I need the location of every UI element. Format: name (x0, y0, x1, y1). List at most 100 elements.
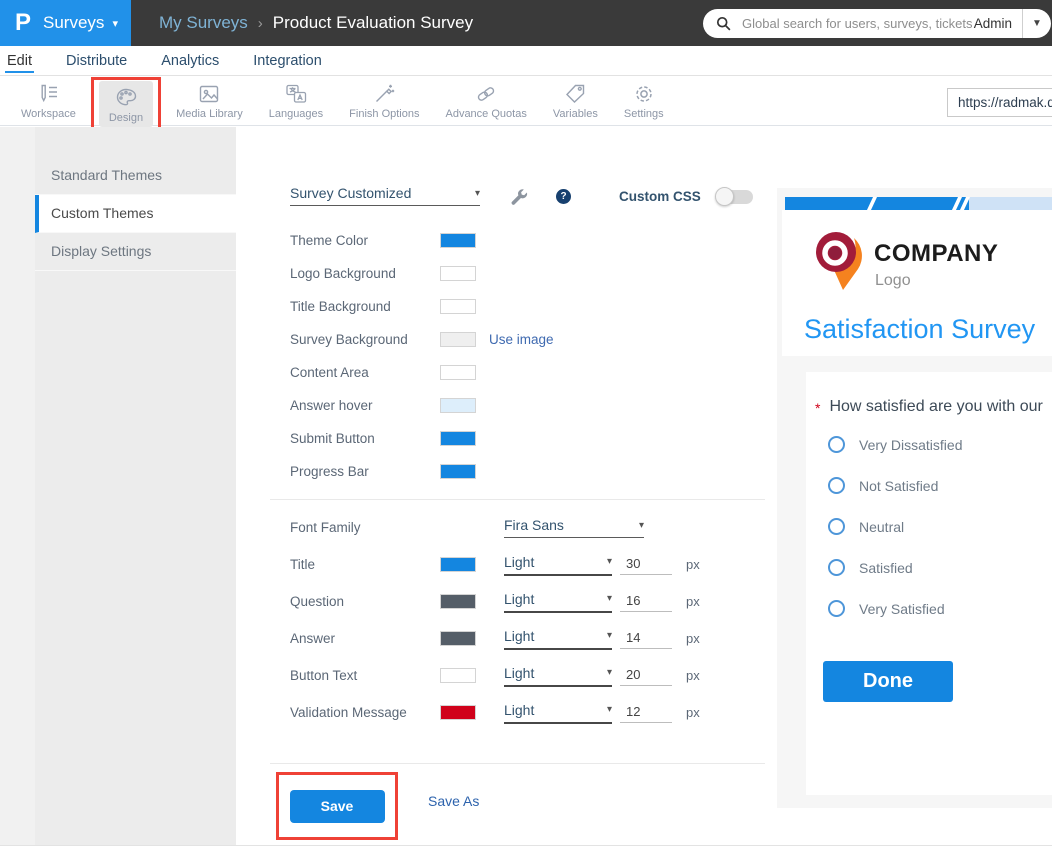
use-image-link[interactable]: Use image (489, 332, 554, 347)
done-button[interactable]: Done (823, 661, 953, 702)
progress-bar-swatch[interactable] (440, 464, 476, 479)
survey-background-swatch[interactable] (440, 332, 476, 347)
nav-tab-distribute[interactable]: Distribute (64, 48, 129, 74)
logo-background-swatch[interactable] (440, 266, 476, 281)
preview-header: COMPANY Logo Satisfaction Survey (782, 210, 1052, 356)
divider (270, 499, 765, 500)
preview-progress-bar (785, 197, 1052, 210)
survey-title: Satisfaction Survey (804, 314, 1035, 345)
radio-icon[interactable] (828, 518, 845, 535)
radio-icon[interactable] (828, 477, 845, 494)
title-color-swatch[interactable] (440, 557, 476, 572)
font-settings: Font Family Fira Sans ▾ Title Light ▾ px… (290, 509, 770, 731)
sidebar-item-display-settings[interactable]: Display Settings (35, 233, 236, 271)
toolbar-media-library-button[interactable]: Media Library (163, 77, 256, 120)
toolbar-settings-button[interactable]: Settings (611, 77, 677, 120)
button-text-color-swatch[interactable] (440, 668, 476, 683)
breadcrumb-my-surveys[interactable]: My Surveys (159, 13, 248, 33)
custom-css-toggle[interactable] (717, 190, 753, 204)
theme-editor: Survey Customized ▾ ? Custom CSS Theme C… (236, 127, 779, 846)
radio-icon[interactable] (828, 600, 845, 617)
breadcrumb-current-survey: Product Evaluation Survey (273, 13, 473, 33)
validation-size-input[interactable] (620, 702, 672, 723)
chevron-down-icon: ▾ (607, 667, 612, 682)
preview-question-card: * How satisfied are you with our Very Di… (806, 372, 1052, 795)
question-size-input[interactable] (620, 591, 672, 612)
font-row-button-text: Button Text Light ▾ px (290, 657, 770, 694)
radio-option-very-satisfied[interactable]: Very Satisfied (828, 600, 945, 617)
toolbar-workspace-button[interactable]: Workspace (8, 77, 89, 120)
title-weight-select[interactable]: Light ▾ (504, 554, 612, 576)
wrench-icon[interactable] (508, 187, 530, 209)
save-button[interactable]: Save (290, 790, 385, 823)
title-background-swatch[interactable] (440, 299, 476, 314)
survey-url-input[interactable] (948, 95, 1052, 110)
radio-icon[interactable] (828, 436, 845, 453)
button-text-size-input[interactable] (620, 665, 672, 686)
product-logo-menu[interactable]: P Surveys ▾ (0, 0, 131, 46)
toolbar-languages-button[interactable]: Languages (256, 77, 336, 120)
title-size-input[interactable] (620, 554, 672, 575)
toolbar-design-button[interactable]: Design (99, 81, 153, 127)
app-window: P Surveys ▾ My Surveys › Product Evaluat… (0, 0, 1052, 848)
top-bar: P Surveys ▾ My Surveys › Product Evaluat… (0, 0, 1052, 46)
color-row-theme-color: Theme Color (290, 224, 750, 257)
font-family-row: Font Family Fira Sans ▾ (290, 509, 770, 546)
account-menu-label[interactable]: Admin (974, 16, 1012, 31)
color-row-content-area: Content Area (290, 356, 750, 389)
survey-preview: COMPANY Logo Satisfaction Survey * How s… (777, 188, 1052, 808)
media-library-icon (197, 82, 221, 106)
annotation-design-highlight: Design (91, 77, 161, 131)
nav-tab-analytics[interactable]: Analytics (159, 48, 221, 74)
answer-color-swatch[interactable] (440, 631, 476, 646)
validation-weight-select[interactable]: Light ▾ (504, 702, 612, 724)
answer-weight-select[interactable]: Light ▾ (504, 628, 612, 650)
toolbar-variables-button[interactable]: Variables (540, 77, 611, 120)
toggle-knob (715, 187, 734, 206)
radio-option-neutral[interactable]: Neutral (828, 518, 904, 535)
toolbar-finish-options-button[interactable]: Finish Options (336, 77, 432, 120)
color-row-answer-hover: Answer hover (290, 389, 750, 422)
survey-toolbar: Workspace Design Media Library Languages… (0, 77, 1052, 126)
content-area-swatch[interactable] (440, 365, 476, 380)
save-as-link[interactable]: Save As (428, 793, 479, 809)
theme-preset-select[interactable]: Survey Customized ▾ (290, 185, 480, 206)
languages-icon (284, 82, 308, 106)
breadcrumb-separator: › (258, 15, 263, 32)
answer-size-input[interactable] (620, 628, 672, 649)
help-icon[interactable]: ? (556, 189, 571, 204)
question-color-swatch[interactable] (440, 594, 476, 609)
validation-color-swatch[interactable] (440, 705, 476, 720)
radio-option-not-satisfied[interactable]: Not Satisfied (828, 477, 938, 494)
radio-icon[interactable] (828, 559, 845, 576)
answer-hover-swatch[interactable] (440, 398, 476, 413)
sidebar-item-custom-themes[interactable]: Custom Themes (35, 195, 236, 233)
nav-tab-integration[interactable]: Integration (251, 48, 324, 74)
settings-gear-icon (632, 82, 656, 106)
company-logo-text: COMPANY (874, 240, 998, 268)
radio-option-very-dissatisfied[interactable]: Very Dissatisfied (828, 436, 962, 453)
toolbar-advance-quotas-button[interactable]: Advance Quotas (432, 77, 539, 120)
question-weight-select[interactable]: Light ▾ (504, 591, 612, 613)
color-row-logo-background: Logo Background (290, 257, 750, 290)
search-input[interactable] (740, 15, 974, 32)
chevron-down-icon: ▾ (475, 188, 480, 203)
font-row-question: Question Light ▾ px (290, 583, 770, 620)
radio-option-satisfied[interactable]: Satisfied (828, 559, 913, 576)
nav-tab-edit[interactable]: Edit (5, 48, 34, 74)
submit-button-swatch[interactable] (440, 431, 476, 446)
survey-url-field (947, 88, 1052, 117)
theme-color-swatch[interactable] (440, 233, 476, 248)
color-row-submit-button: Submit Button (290, 422, 750, 455)
primary-nav: Edit Distribute Analytics Integration (0, 46, 1052, 76)
font-row-answer: Answer Light ▾ px (290, 620, 770, 657)
button-text-weight-select[interactable]: Light ▾ (504, 665, 612, 687)
sidebar-item-standard-themes[interactable]: Standard Themes (35, 157, 236, 195)
chevron-down-icon: ▾ (112, 17, 118, 30)
account-chevron-down-icon[interactable]: ▼ (1022, 9, 1051, 38)
product-menu-label: Surveys (43, 13, 104, 33)
company-logo-icon (810, 226, 866, 294)
required-asterisk: * (815, 400, 820, 416)
font-family-select[interactable]: Fira Sans ▾ (504, 517, 644, 538)
question-text: * How satisfied are you with our (815, 398, 1043, 416)
